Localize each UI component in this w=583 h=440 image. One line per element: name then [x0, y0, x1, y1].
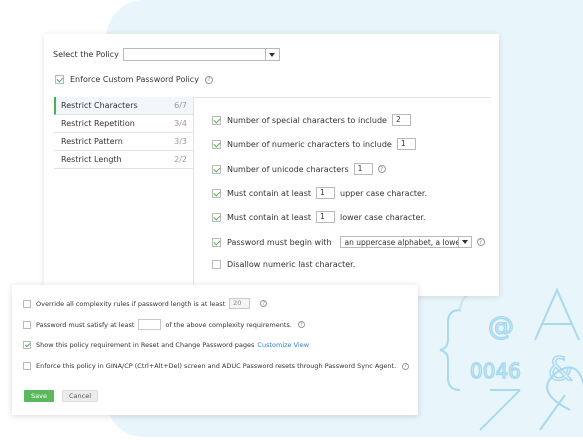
show-requirement-option: Show this policy requirement in Reset an… — [23, 341, 309, 349]
numeric-chars-option: Number of numeric characters to include … — [212, 138, 421, 150]
policy-label: Select the Policy — [53, 50, 119, 59]
special-chars-label: Number of special characters to include — [227, 115, 387, 125]
override-checkbox[interactable] — [23, 299, 31, 308]
policy-select[interactable] — [122, 48, 280, 61]
satisfy-checkbox[interactable] — [23, 320, 31, 329]
cancel-button[interactable]: Cancel — [62, 390, 98, 402]
tab-count: 3/4 — [174, 119, 187, 128]
lowercase-prefix: Must contain at least — [227, 212, 311, 222]
tab-label: Restrict Pattern — [61, 137, 123, 146]
satisfy-option: Password must satisfy at least of the ab… — [23, 319, 305, 330]
enforce-policy-label: Enforce Custom Password Policy — [70, 75, 199, 84]
override-label: Override all complexity rules if passwor… — [36, 299, 226, 308]
enforce-policy-checkbox[interactable] — [55, 75, 64, 84]
unicode-chars-label: Number of unicode characters — [227, 164, 349, 174]
tab-count: 3/3 — [174, 137, 187, 146]
special-chars-input[interactable]: 2 — [391, 114, 411, 126]
override-option: Override all complexity rules if passwor… — [23, 298, 268, 309]
uppercase-checkbox[interactable] — [212, 188, 221, 198]
satisfy-count-input[interactable] — [138, 319, 162, 330]
begin-with-option: Password must begin with an uppercase al… — [212, 236, 485, 248]
begin-with-label: Password must begin with — [227, 237, 332, 247]
help-icon[interactable]: ? — [402, 362, 410, 370]
lowercase-checkbox[interactable] — [212, 212, 221, 222]
show-requirement-label: Show this policy requirement in Reset an… — [36, 341, 255, 349]
help-icon[interactable]: ? — [204, 75, 213, 84]
customize-view-link[interactable]: Customize View — [257, 341, 309, 349]
password-policy-card: Select the Policy Enforce Custom Passwor… — [44, 34, 499, 296]
save-button[interactable]: Save — [24, 390, 54, 402]
decor-ampersand: & — [548, 350, 573, 388]
tab-label: Restrict Length — [61, 155, 122, 164]
begin-with-value: an uppercase alphabet, a lowe — [344, 237, 458, 247]
special-chars-option: Number of special characters to include … — [212, 114, 416, 126]
decorative-graphic: @ 0046 & — [439, 287, 583, 431]
gina-checkbox[interactable] — [23, 362, 31, 370]
unicode-chars-input[interactable]: 1 — [353, 163, 373, 175]
gina-option: Enforce this policy in GINA/CP (Ctrl+Alt… — [23, 362, 410, 370]
help-icon[interactable]: ? — [260, 300, 268, 307]
uppercase-option: Must contain at least 1 upper case chara… — [212, 187, 427, 199]
satisfy-prefix: Password must satisfy at least — [36, 320, 135, 329]
lowercase-input[interactable]: 1 — [316, 211, 335, 223]
tab-count: 6/7 — [174, 101, 187, 110]
show-requirement-checkbox[interactable] — [23, 341, 31, 349]
override-length-input[interactable]: 20 — [229, 298, 251, 309]
tab-restrict-length[interactable]: Restrict Length 2/2 — [54, 151, 193, 169]
rule-tabs: Restrict Characters 6/7 Restrict Repetit… — [54, 97, 194, 296]
tab-restrict-repetition[interactable]: Restrict Repetition 3/4 — [54, 115, 193, 133]
tab-restrict-pattern[interactable]: Restrict Pattern 3/3 — [54, 133, 193, 151]
enforce-policy-row: Enforce Custom Password Policy ? — [55, 75, 213, 84]
begin-with-checkbox[interactable] — [212, 237, 221, 247]
decor-at: @ — [488, 312, 514, 342]
numeric-chars-label: Number of numeric characters to include — [227, 139, 392, 149]
uppercase-prefix: Must contain at least — [227, 188, 311, 198]
uppercase-input[interactable]: 1 — [316, 187, 335, 199]
lowercase-option: Must contain at least 1 lower case chara… — [212, 211, 425, 223]
decor-code: 0046 — [470, 359, 521, 383]
numeric-chars-checkbox[interactable] — [212, 139, 221, 149]
numeric-last-option: Disallow numeric last character. — [212, 260, 355, 269]
gina-label: Enforce this policy in GINA/CP (Ctrl+Alt… — [36, 362, 397, 370]
lowercase-suffix: lower case character. — [340, 212, 426, 222]
unicode-chars-checkbox[interactable] — [212, 164, 221, 174]
tab-label: Restrict Repetition — [61, 119, 135, 128]
help-icon[interactable]: ? — [377, 165, 386, 173]
tab-count: 2/2 — [174, 155, 187, 164]
satisfy-suffix: of the above complexity requirements. — [165, 320, 292, 329]
tab-restrict-characters[interactable]: Restrict Characters 6/7 — [54, 97, 193, 115]
tab-label: Restrict Characters — [61, 101, 138, 110]
unicode-chars-option: Number of unicode characters 1 ? — [212, 163, 386, 175]
begin-with-select[interactable]: an uppercase alphabet, a lowe — [339, 236, 472, 248]
numeric-last-checkbox[interactable] — [212, 260, 221, 269]
uppercase-suffix: upper case character. — [340, 188, 428, 198]
numeric-chars-input[interactable]: 1 — [396, 138, 416, 150]
chevron-down-icon[interactable] — [264, 49, 279, 60]
help-icon[interactable]: ? — [297, 321, 305, 328]
help-icon[interactable]: ? — [476, 238, 485, 246]
policy-selector-row: Select the Policy — [53, 48, 280, 61]
numeric-last-label: Disallow numeric last character. — [227, 260, 356, 269]
additional-settings-card: Override all complexity rules if passwor… — [12, 285, 418, 415]
chevron-down-icon[interactable] — [457, 237, 471, 247]
special-chars-checkbox[interactable] — [212, 115, 221, 125]
